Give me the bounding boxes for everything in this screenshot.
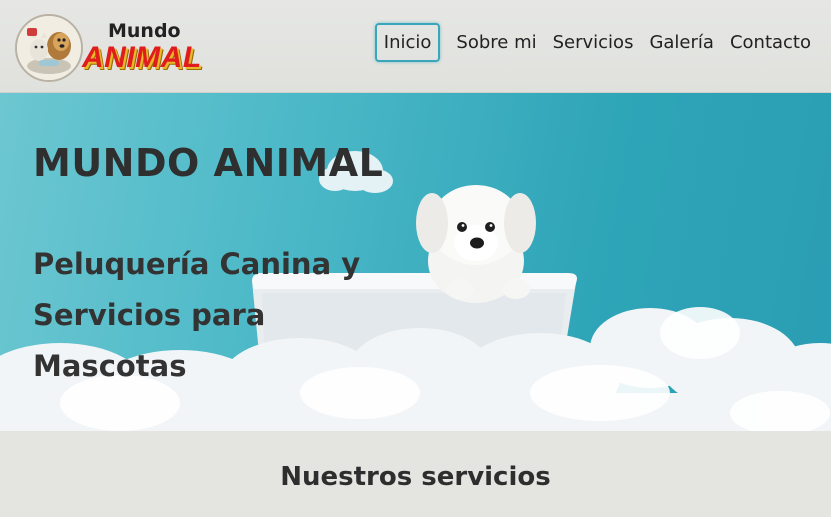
hero-title: MUNDO ANIMAL xyxy=(33,141,384,185)
brand-name-top: Mundo xyxy=(108,20,181,42)
nav-item-servicios[interactable]: Servicios xyxy=(545,24,642,61)
nav-item-inicio[interactable]: Inicio xyxy=(374,23,441,62)
hero-banner: MUNDO ANIMAL Peluquería Canina y Servici… xyxy=(0,93,831,431)
hero-subtitle: Peluquería Canina y Servicios para Masco… xyxy=(33,247,361,383)
site-header: Mundo ANIMAL Inicio Sobre mi Servicios G… xyxy=(0,0,831,93)
main-nav: Inicio Sobre mi Servicios Galería Contac… xyxy=(374,23,819,62)
nav-item-galeria[interactable]: Galería xyxy=(641,24,722,61)
nav-item-contacto[interactable]: Contacto xyxy=(722,24,819,61)
nav-item-sobre-mi[interactable]: Sobre mi xyxy=(448,24,544,61)
services-section-title: Nuestros servicios xyxy=(280,462,551,492)
brand-name-main: ANIMAL xyxy=(82,41,202,74)
dog-cat-logo-icon[interactable] xyxy=(15,14,83,82)
